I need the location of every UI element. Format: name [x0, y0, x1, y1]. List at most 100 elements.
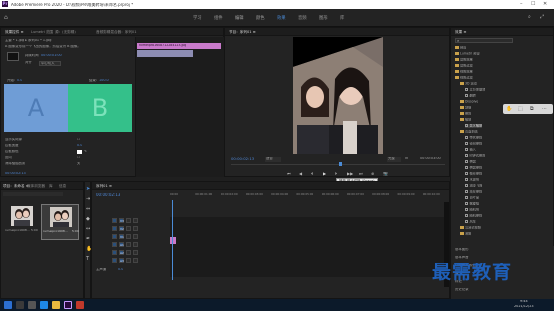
- home-icon[interactable]: ⌂: [4, 14, 8, 21]
- project-search-input[interactable]: [3, 192, 63, 196]
- type-tool-icon[interactable]: T: [86, 256, 89, 262]
- playhead-line[interactable]: [172, 200, 173, 280]
- effects-folder[interactable]: Dissolve: [460, 100, 478, 104]
- effects-folder[interactable]: 视频效果: [455, 70, 473, 74]
- end-value[interactable]: 100.0: [99, 79, 109, 82]
- track-name[interactable]: A3: [119, 258, 124, 263]
- tab-program[interactable]: 节目：序列01 ≡: [229, 30, 256, 35]
- workspace-libraries[interactable]: 库: [340, 15, 344, 21]
- effects-item[interactable]: 径向擦除: [465, 142, 482, 146]
- effects-item[interactable]: 时钟式擦除: [465, 154, 485, 158]
- track-name[interactable]: V3: [119, 218, 124, 223]
- eyedropper-icon[interactable]: ✎: [84, 150, 87, 153]
- workspace-editing[interactable]: 编辑: [235, 15, 244, 21]
- project-item-selected[interactable]: nvmeipro1608... 5:00: [41, 204, 79, 240]
- pen-tool-icon[interactable]: ✒: [86, 236, 90, 242]
- effects-item[interactable]: 插入: [465, 148, 476, 152]
- option-value[interactable]: ☐: [77, 138, 80, 141]
- border-color-swatch[interactable]: [77, 150, 82, 154]
- track-select-tool-icon[interactable]: ⇥: [86, 196, 90, 202]
- minimize-icon[interactable]: –: [520, 1, 523, 7]
- tab-project[interactable]: 项目：未命名 ≡: [3, 184, 29, 189]
- settings-wrench-icon[interactable]: ⚙: [405, 157, 408, 160]
- tab-audio-clip-mixer[interactable]: 音频剪辑混合器：序列01: [96, 30, 137, 35]
- fit-dropdown[interactable]: 适合: [265, 157, 281, 162]
- tab-lumetri-scopes[interactable]: Lumetri 范围: [31, 30, 53, 35]
- workspace-graphics[interactable]: 图形: [319, 15, 328, 21]
- workspace-effects[interactable]: 效果: [277, 15, 286, 21]
- track-lock-icon[interactable]: [126, 226, 131, 231]
- workspace-learn[interactable]: 学习: [193, 15, 202, 21]
- start-icon[interactable]: [4, 301, 12, 309]
- track-lanes[interactable]: [170, 217, 448, 277]
- track-eye-icon[interactable]: [133, 234, 138, 239]
- track-lock-icon[interactable]: [126, 258, 131, 263]
- play-stop-button[interactable]: ▶: [323, 171, 326, 176]
- panel-link[interactable]: 基本图形: [455, 248, 469, 251]
- option-value[interactable]: ☐: [77, 156, 80, 159]
- razor-tool-icon[interactable]: ◆: [86, 216, 90, 222]
- effects-item[interactable]: 立方体旋转: [465, 88, 485, 92]
- tab-source[interactable]: 源：(无剪辑): [55, 30, 76, 35]
- transition-bar[interactable]: [137, 50, 193, 57]
- tab-effect-controls[interactable]: 效果控件 ≡: [5, 30, 24, 35]
- option-value[interactable]: 关: [77, 162, 80, 165]
- search-taskbar-icon[interactable]: [16, 301, 24, 309]
- maximize-icon[interactable]: ☐: [531, 1, 535, 7]
- effects-item[interactable]: 楔形擦除: [465, 172, 482, 176]
- option-value[interactable]: 0.0: [77, 144, 82, 147]
- tab-info[interactable]: 信息: [59, 184, 66, 189]
- hand-tool-icon[interactable]: ✋: [506, 106, 512, 112]
- program-scrub-bar[interactable]: [231, 164, 445, 165]
- effects-item[interactable]: 油漆飞溅: [465, 184, 482, 188]
- effects-folder[interactable]: 页面剥落: [460, 130, 478, 134]
- alignment-dropdown[interactable]: 中心切入: [39, 61, 61, 66]
- tab-sequence[interactable]: 序列01 ≡: [96, 184, 112, 189]
- effects-item[interactable]: 渐变擦除: [465, 190, 482, 194]
- mark-in-icon[interactable]: ⏮: [287, 171, 291, 176]
- track-target-toggle[interactable]: [112, 234, 117, 239]
- effects-folder[interactable]: 预设: [455, 46, 466, 50]
- duration-value[interactable]: 00:00:01:00: [41, 54, 62, 57]
- file-explorer-icon[interactable]: [52, 301, 60, 309]
- frame-back-icon[interactable]: ⏴: [311, 171, 313, 176]
- effects-folder[interactable]: 溶解: [460, 232, 471, 236]
- track-lock-icon[interactable]: [126, 250, 131, 255]
- video-clip[interactable]: [170, 237, 176, 244]
- track-lock-icon[interactable]: [126, 234, 131, 239]
- track-mute-icon[interactable]: [133, 242, 138, 247]
- app-taskbar-icon[interactable]: [76, 301, 84, 309]
- search-icon[interactable]: ⌕: [528, 14, 531, 20]
- track-lock-icon[interactable]: [126, 218, 131, 223]
- effects-item[interactable]: 随机块: [465, 208, 479, 212]
- effects-item[interactable]: 螺旋框: [465, 202, 479, 206]
- track-target-toggle[interactable]: [112, 242, 117, 247]
- mini-clip-bar[interactable]: nvmeipro1608712284123.jpg: [137, 43, 221, 49]
- effects-item[interactable]: 翻转: [465, 94, 476, 98]
- effects-folder[interactable]: 缩放: [460, 118, 471, 122]
- timeline-ruler[interactable]: 00:00 00:00:01:00 00:00:02:00 00:00:03:00 00…: [170, 192, 448, 200]
- step-back-icon[interactable]: ◀: [299, 171, 302, 176]
- track-name[interactable]: A1: [119, 242, 124, 247]
- track-target-toggle[interactable]: [112, 250, 117, 255]
- effects-item[interactable]: 百叶窗: [465, 196, 479, 200]
- workspace-audio[interactable]: 音频: [298, 15, 307, 21]
- timeline-timecode[interactable]: 00:00:02:13: [96, 193, 120, 197]
- effects-item[interactable]: 棋盘擦除: [465, 166, 482, 170]
- track-mute-icon[interactable]: [133, 258, 138, 263]
- selection-tool-icon[interactable]: ➤: [86, 186, 90, 192]
- effects-folder[interactable]: 音频效果: [455, 58, 473, 62]
- close-icon[interactable]: ✕: [543, 1, 547, 7]
- tab-media-browser[interactable]: 媒体浏览器: [27, 184, 45, 189]
- effects-item[interactable]: 水波块: [465, 178, 479, 182]
- effects-folder[interactable]: 沉浸式视频: [460, 226, 481, 230]
- mark-out-icon[interactable]: ⏭: [359, 171, 363, 176]
- effects-item[interactable]: 交叉缩放: [465, 124, 483, 128]
- master-value[interactable]: 0.0: [118, 268, 123, 271]
- project-item[interactable]: nvmeipro1608... 5:00: [5, 206, 39, 238]
- program-video-frame[interactable]: [293, 37, 383, 154]
- track-target-toggle[interactable]: [112, 226, 117, 231]
- task-view-icon[interactable]: [28, 301, 36, 309]
- effect-controls-timecode[interactable]: 00:00:02:13: [5, 172, 26, 175]
- track-name[interactable]: V1: [119, 234, 124, 239]
